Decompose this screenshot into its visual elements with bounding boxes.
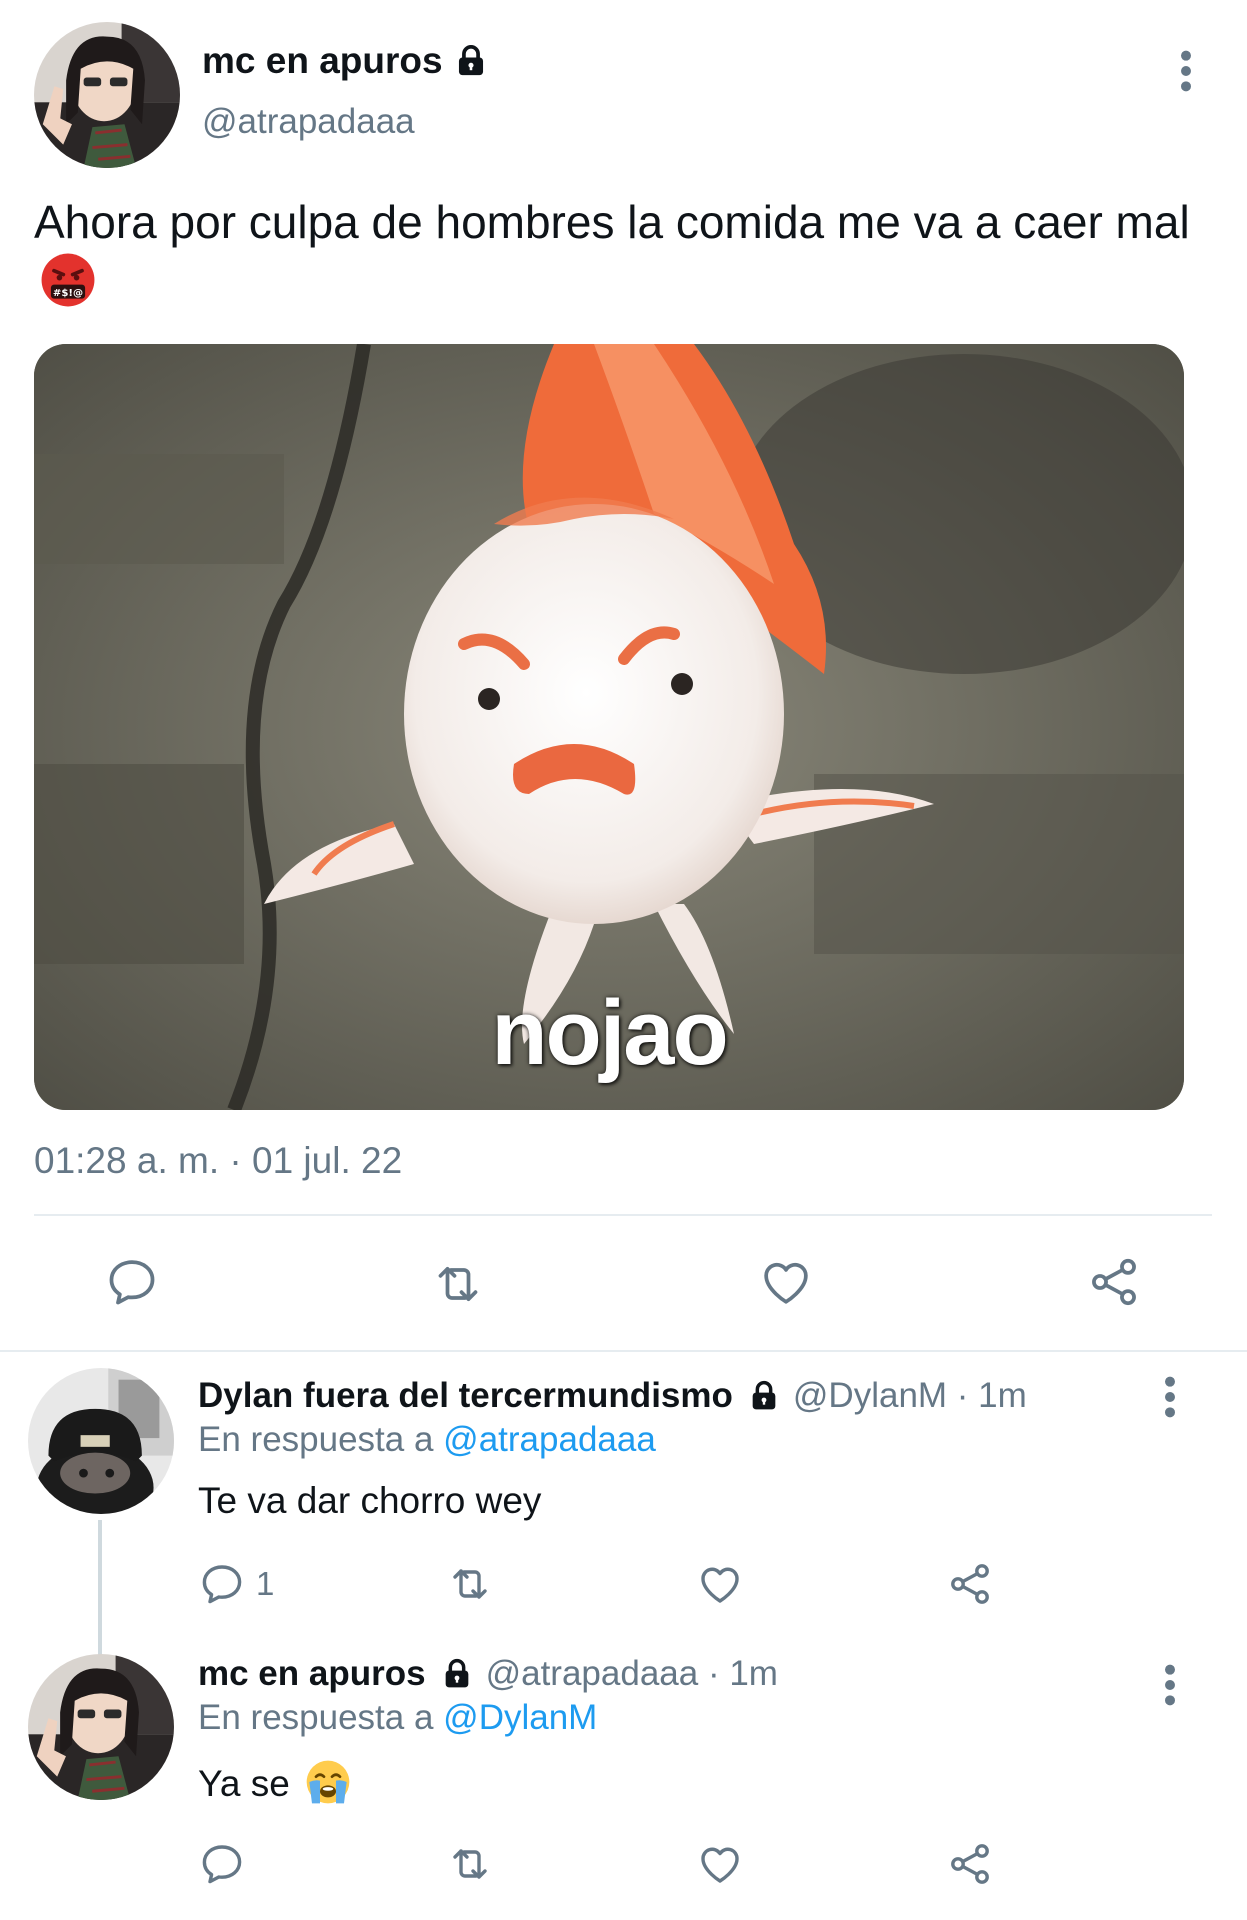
retweet-button[interactable] (446, 1560, 494, 1608)
avatar[interactable] (28, 1368, 174, 1514)
handle[interactable]: @atrapadaaa (202, 102, 415, 142)
share-button[interactable] (946, 1840, 994, 1888)
reply-tweet[interactable]: mc en apuros @atrapadaaa · 1m En respues… (0, 1640, 1247, 1920)
angry-face-emoji-icon: #$!@ (40, 252, 96, 308)
display-name-text[interactable]: mc en apuros (202, 40, 443, 82)
divider (34, 1214, 1212, 1216)
in-reply-to: En respuesta a @DylanM (198, 1698, 597, 1738)
main-tweet: mc en apuros @atrapadaaa Ahora por culpa… (0, 0, 1247, 1350)
retweet-icon (453, 1569, 487, 1599)
crying-face-emoji-icon (304, 1758, 352, 1806)
reply-button[interactable]: 1 (198, 1560, 274, 1608)
reply-text: Ya se (198, 1763, 290, 1804)
retweet-button[interactable] (430, 1256, 486, 1312)
more-vertical-icon[interactable] (1160, 1662, 1180, 1708)
retweet-icon (438, 1266, 478, 1302)
share-button[interactable] (1086, 1254, 1142, 1310)
tweet-timestamp[interactable]: 01:28 a. m. · 01 jul. 22 (34, 1140, 402, 1182)
reply-icon (202, 1565, 242, 1604)
like-button[interactable] (696, 1840, 744, 1888)
display-name[interactable]: mc en apuros (198, 1654, 426, 1694)
reply-count: 1 (256, 1565, 275, 1602)
share-icon (1092, 1258, 1136, 1306)
share-button[interactable] (946, 1560, 994, 1608)
handle[interactable]: @DylanM (793, 1376, 947, 1416)
separator-dot: · (947, 1376, 979, 1415)
svg-text:#$!@: #$!@ (53, 288, 83, 299)
heart-icon (701, 1847, 739, 1883)
heart-icon (764, 1262, 808, 1304)
in-reply-link[interactable]: @atrapadaaa (443, 1420, 656, 1459)
separator-dot: · (698, 1654, 730, 1693)
in-reply-prefix: En respuesta a (198, 1420, 434, 1459)
like-button[interactable] (696, 1560, 744, 1608)
in-reply-prefix: En respuesta a (198, 1698, 434, 1737)
more-vertical-icon[interactable] (1160, 1374, 1180, 1420)
retweet-icon (453, 1849, 487, 1879)
lock-icon (453, 44, 489, 78)
retweet-button[interactable] (446, 1840, 494, 1888)
like-button[interactable] (758, 1254, 814, 1310)
display-name[interactable]: Dylan fuera del tercermundismo (198, 1376, 733, 1416)
reply-header: Dylan fuera del tercermundismo @DylanM ·… (198, 1376, 1027, 1416)
tweet-media-image[interactable]: nojao (34, 344, 1184, 1110)
reply-tweet[interactable]: Dylan fuera del tercermundismo @DylanM ·… (0, 1352, 1247, 1672)
in-reply-to: En respuesta a @atrapadaaa (198, 1420, 656, 1460)
share-icon (951, 1844, 989, 1884)
tweet-text: Ahora por culpa de hombres la comida me … (34, 192, 1214, 312)
in-reply-link[interactable]: @DylanM (443, 1698, 597, 1737)
handle[interactable]: @atrapadaaa (486, 1654, 699, 1694)
lock-icon (440, 1658, 474, 1690)
reply-icon (109, 1260, 155, 1305)
heart-icon (701, 1567, 739, 1603)
more-vertical-icon[interactable] (1176, 48, 1196, 94)
relative-time[interactable]: 1m (978, 1376, 1027, 1416)
reply-button[interactable] (104, 1254, 160, 1310)
reply-text-wrap: Ya se (198, 1758, 352, 1806)
reply-text: Te va dar chorro wey (198, 1480, 542, 1521)
avatar[interactable] (34, 22, 180, 168)
display-name[interactable]: mc en apuros (202, 40, 489, 82)
share-icon (951, 1564, 989, 1604)
meme-caption: nojao (491, 982, 728, 1084)
relative-time[interactable]: 1m (729, 1654, 778, 1694)
avatar[interactable] (28, 1654, 174, 1800)
tweet-text-body: Ahora por culpa de hombres la comida me … (34, 196, 1190, 248)
reply-header: mc en apuros @atrapadaaa · 1m (198, 1654, 778, 1694)
reply-icon (202, 1845, 242, 1884)
reply-button[interactable] (198, 1840, 256, 1888)
lock-icon (747, 1380, 781, 1412)
